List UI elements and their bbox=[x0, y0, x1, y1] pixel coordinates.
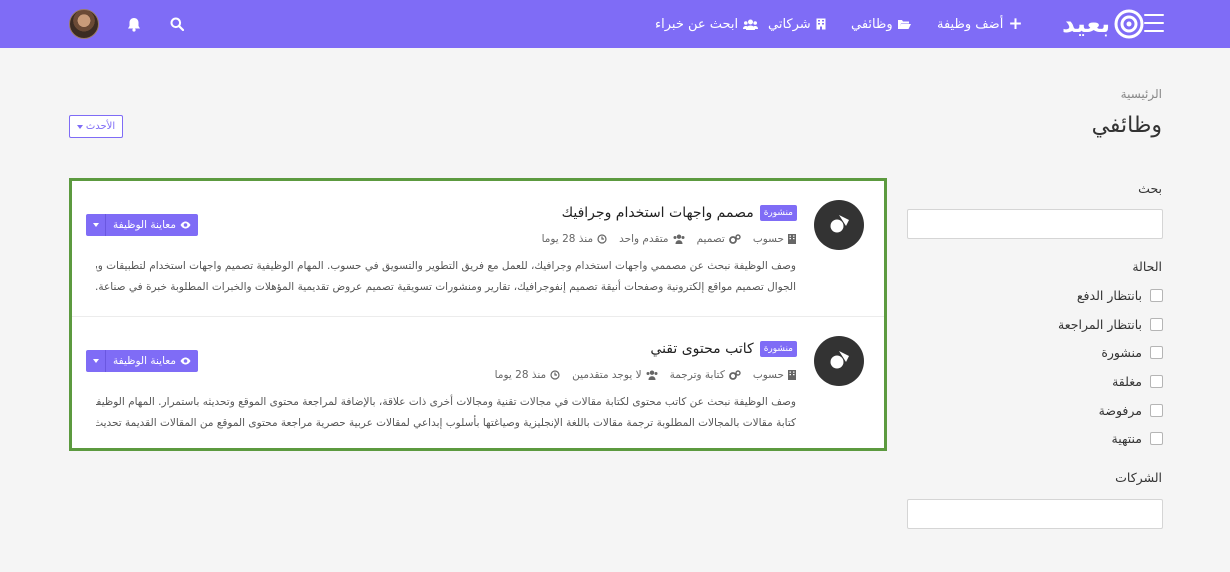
eye-icon bbox=[180, 357, 191, 365]
job-category-text: تصميم bbox=[696, 233, 725, 245]
job-company-text: حسوب bbox=[752, 233, 784, 245]
company-logo[interactable] bbox=[814, 200, 864, 250]
job-time-text: منذ 28 يوما bbox=[541, 233, 594, 245]
job-card: كاتب محتوى تقني منشورة منذ 28 يوما لا يو… bbox=[72, 316, 884, 451]
clock-icon bbox=[550, 370, 560, 380]
status-option-pending-payment[interactable]: بانتظار الدفع bbox=[1077, 288, 1163, 303]
status-option-label: منشورة bbox=[1101, 345, 1142, 360]
view-job-button[interactable]: معاينة الوظيفة bbox=[86, 350, 198, 372]
job-applicants: لا يوجد متقدمين bbox=[572, 369, 658, 381]
job-company: حسوب bbox=[753, 369, 796, 381]
job-category-text: كتابة وترجمة bbox=[669, 369, 725, 381]
job-title[interactable]: كاتب محتوى تقني bbox=[650, 341, 753, 357]
job-category: كتابة وترجمة bbox=[670, 369, 741, 381]
status-checkbox[interactable] bbox=[1150, 346, 1163, 359]
status-label: الحالة bbox=[1132, 259, 1162, 274]
status-option-label: منتهية bbox=[1111, 431, 1142, 446]
job-description: وصف الوظيفة نبحث عن كاتب محتوى لكتابة مق… bbox=[96, 392, 796, 434]
status-option-label: مرفوضة bbox=[1098, 403, 1142, 418]
nav-my-jobs[interactable]: وظائفي bbox=[851, 14, 911, 34]
job-category: تصميم bbox=[697, 233, 741, 245]
site-logo[interactable]: بعيد bbox=[1062, 8, 1144, 40]
building-icon bbox=[788, 370, 796, 380]
job-card: مصمم واجهات استخدام وجرافيك منشورة منذ 2… bbox=[72, 181, 884, 316]
status-badge: منشورة bbox=[759, 341, 797, 357]
nav-post-job-label: أضف وظيفة bbox=[937, 16, 1004, 32]
view-job-dropdown-toggle[interactable] bbox=[86, 214, 106, 236]
job-applicants-text: لا يوجد متقدمين bbox=[572, 369, 642, 381]
nav-find-experts[interactable]: ابحث عن خبراء bbox=[655, 14, 759, 34]
status-option-expired[interactable]: منتهية bbox=[1112, 431, 1163, 446]
logo-text: بعيد bbox=[1062, 9, 1111, 38]
search-icon[interactable] bbox=[167, 14, 187, 34]
status-option-label: بانتظار الدفع bbox=[1076, 288, 1142, 303]
job-description-line: وصف الوظيفة نبحث عن مصممي واجهات استخدام… bbox=[96, 260, 796, 272]
building-icon bbox=[788, 234, 796, 244]
job-description: وصف الوظيفة نبحث عن مصممي واجهات استخدام… bbox=[96, 256, 796, 298]
clock-icon bbox=[597, 234, 607, 244]
nav-find-experts-label: ابحث عن خبراء bbox=[655, 16, 739, 32]
caret-down-icon bbox=[76, 124, 83, 129]
job-company: حسوب bbox=[753, 233, 796, 245]
search-label: بحث bbox=[1138, 181, 1162, 196]
view-job-label: معاينة الوظيفة bbox=[113, 355, 176, 367]
caret-down-icon bbox=[92, 223, 99, 227]
view-job-dropdown-toggle[interactable] bbox=[86, 350, 106, 372]
job-description-line: وصف الوظيفة نبحث عن كاتب محتوى لكتابة مق… bbox=[96, 396, 796, 408]
job-applicants-text: متقدم واحد bbox=[619, 233, 669, 245]
job-description-line: الجوال تصميم مواقع إلكترونية وصفحات أنيق… bbox=[96, 281, 796, 293]
user-avatar[interactable] bbox=[69, 9, 99, 39]
status-option-pending-review[interactable]: بانتظار المراجعة bbox=[1058, 317, 1163, 332]
building-icon bbox=[816, 18, 826, 30]
job-title[interactable]: مصمم واجهات استخدام وجرافيك bbox=[562, 205, 754, 221]
folder-open-icon bbox=[897, 19, 911, 30]
status-option-label: مغلقة bbox=[1112, 374, 1142, 389]
users-icon bbox=[743, 19, 759, 30]
users-icon bbox=[673, 234, 685, 244]
cogs-icon bbox=[728, 370, 741, 380]
users-icon bbox=[646, 370, 658, 380]
companies-input[interactable] bbox=[907, 499, 1163, 529]
status-option-closed[interactable]: مغلقة bbox=[1112, 374, 1163, 389]
status-badge: منشورة bbox=[759, 205, 797, 221]
view-job-main[interactable]: معاينة الوظيفة bbox=[106, 350, 198, 372]
job-description-line: كتابة مقالات بالمجالات المطلوبة ترجمة مق… bbox=[96, 417, 796, 429]
nav-my-companies[interactable]: شركاتي bbox=[768, 14, 826, 34]
logo-mark-icon bbox=[1114, 9, 1144, 39]
status-checkbox[interactable] bbox=[1150, 289, 1163, 302]
status-checkbox[interactable] bbox=[1150, 404, 1163, 417]
sort-label: الأحدث bbox=[85, 121, 116, 132]
status-checkbox[interactable] bbox=[1150, 318, 1163, 331]
job-applicants: متقدم واحد bbox=[619, 233, 685, 245]
view-job-label: معاينة الوظيفة bbox=[113, 219, 176, 231]
top-navbar: بعيد أضف وظيفة + وظائفي شركاتي ابحث عن خ… bbox=[0, 0, 1230, 48]
job-time-text: منذ 28 يوما bbox=[494, 369, 547, 381]
menu-icon[interactable] bbox=[1144, 14, 1164, 32]
breadcrumb[interactable]: الرئيسية bbox=[1121, 87, 1162, 101]
companies-label: الشركات bbox=[1115, 470, 1162, 485]
eye-icon bbox=[180, 221, 191, 229]
job-company-text: حسوب bbox=[752, 369, 784, 381]
status-option-label: بانتظار المراجعة bbox=[1058, 317, 1142, 332]
nav-my-companies-label: شركاتي bbox=[768, 16, 811, 32]
search-input[interactable] bbox=[907, 209, 1163, 239]
company-logo[interactable] bbox=[814, 336, 864, 386]
view-job-button[interactable]: معاينة الوظيفة bbox=[86, 214, 198, 236]
status-checkbox[interactable] bbox=[1150, 375, 1163, 388]
cogs-icon bbox=[728, 234, 741, 244]
caret-down-icon bbox=[92, 359, 99, 363]
job-list: مصمم واجهات استخدام وجرافيك منشورة منذ 2… bbox=[69, 178, 887, 451]
status-checkbox[interactable] bbox=[1150, 432, 1163, 445]
view-job-main[interactable]: معاينة الوظيفة bbox=[106, 214, 198, 236]
job-time: منذ 28 يوما bbox=[542, 233, 608, 245]
nav-my-jobs-label: وظائفي bbox=[851, 16, 893, 32]
status-option-published[interactable]: منشورة bbox=[1101, 345, 1163, 360]
page-title: وظائفي bbox=[1091, 113, 1162, 138]
job-time: منذ 28 يوما bbox=[495, 369, 561, 381]
plus-icon: + bbox=[1008, 14, 1023, 34]
status-option-rejected[interactable]: مرفوضة bbox=[1099, 403, 1163, 418]
nav-post-job[interactable]: أضف وظيفة + bbox=[937, 14, 1023, 34]
sort-dropdown-button[interactable]: الأحدث bbox=[69, 115, 123, 138]
bell-icon[interactable] bbox=[124, 14, 144, 34]
